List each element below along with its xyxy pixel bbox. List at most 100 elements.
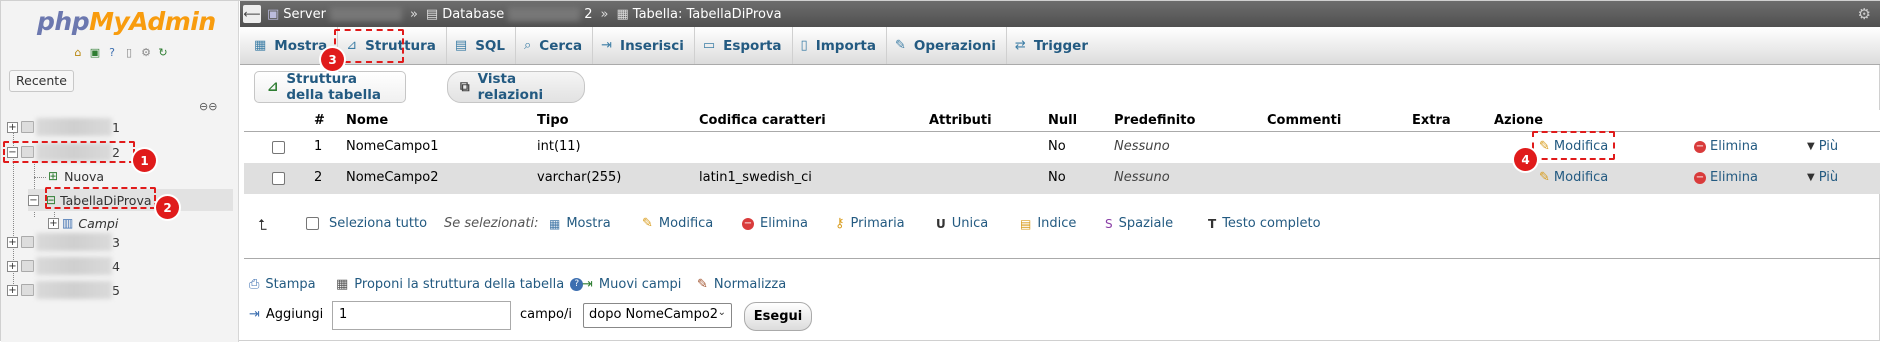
breadcrumb-separator: »	[409, 6, 418, 22]
breadcrumb-table-label: Tabella: TabellaDiProva	[632, 6, 782, 22]
settings-gear-icon[interactable]: ⚙	[1858, 5, 1871, 23]
column-header[interactable]: Commenti	[1267, 113, 1341, 128]
tree-database-1[interactable]: +1	[7, 117, 120, 137]
add-columns-count-input[interactable]: 1	[332, 301, 511, 330]
move-columns-link[interactable]: ⇥ Muovi campi	[582, 277, 681, 292]
add-columns-label: ⇥ Aggiungi	[249, 307, 323, 322]
collapse-icon[interactable]: −	[28, 194, 39, 206]
tab-operazioni[interactable]: ✎ Operazioni	[887, 27, 1007, 64]
bulk-index-button[interactable]: ▤ Indice	[1020, 216, 1076, 231]
home-icon[interactable]: ⌂	[71, 45, 85, 59]
expand-icon[interactable]: +	[48, 217, 59, 229]
drop-label: Elimina	[1710, 139, 1758, 154]
normalize-link[interactable]: ✎ Normalizza	[697, 277, 786, 292]
breadcrumb-table[interactable]: ▦ Tabella: TabellaDiProva	[616, 7, 781, 22]
bulk-unique-button[interactable]: U Unica	[936, 216, 988, 231]
bulk-fulltext-button[interactable]: T Testo completo	[1208, 216, 1321, 231]
settings-icon[interactable]: ⚙	[139, 45, 153, 59]
breadcrumb-server-label: Server	[283, 6, 326, 22]
breadcrumb-database-label: Database	[442, 6, 505, 22]
drop-link[interactable]: − Elimina	[1694, 170, 1758, 185]
select-all[interactable]: Seleziona tutto	[306, 216, 427, 231]
tab-importa[interactable]: ▯ Importa	[793, 27, 887, 64]
column-header[interactable]: Azione	[1494, 113, 1543, 128]
search-icon: ⌕	[524, 38, 532, 53]
logout-icon[interactable]: ▣	[88, 45, 102, 59]
tab-inserisci[interactable]: ⇥ Inserisci	[593, 27, 695, 64]
table-icon: ▦	[616, 6, 629, 22]
go-button[interactable]: Esegui	[744, 302, 812, 331]
column-header[interactable]: Attributi	[929, 113, 992, 128]
delete-icon: −	[1694, 140, 1706, 153]
more-dropdown[interactable]: ▼ Più	[1807, 170, 1838, 185]
row-checkbox[interactable]	[272, 141, 285, 154]
delete-icon: −	[742, 217, 754, 230]
database-icon	[21, 121, 34, 133]
bulk-label: Unica	[951, 216, 989, 231]
tab-esporta[interactable]: ▭ Esporta	[695, 27, 793, 64]
expand-icon[interactable]: +	[7, 260, 18, 272]
field-type: varchar(255)	[537, 170, 622, 185]
column-header[interactable]: #	[314, 113, 325, 128]
triangle-down-icon: ▼	[1807, 172, 1815, 183]
with-selected-text: Se selezionati:	[444, 216, 539, 231]
bulk-edit-button[interactable]: ✎ Modifica	[642, 216, 713, 231]
annotation-badge-1: 1	[133, 149, 156, 172]
edit-link[interactable]: ✎ Modifica	[1539, 170, 1608, 185]
reload-icon[interactable]: ↻	[156, 45, 170, 59]
expand-icon[interactable]: +	[7, 236, 18, 248]
bulk-label: Testo completo	[1222, 216, 1321, 231]
link-with-main-icon[interactable]: ⊖⊖	[199, 100, 217, 113]
column-header[interactable]: Predefinito	[1114, 113, 1195, 128]
column-header[interactable]: Extra	[1412, 113, 1451, 128]
tree-database-5[interactable]: +5	[7, 280, 120, 300]
docs-icon[interactable]: ▯	[122, 45, 136, 59]
bulk-drop-button[interactable]: − Elimina	[742, 216, 808, 231]
print-label: Stampa	[265, 277, 316, 292]
tab-label: Inserisci	[620, 37, 684, 54]
more-dropdown[interactable]: ▼ Più	[1807, 139, 1838, 154]
breadcrumb-database[interactable]: ▤ Database 2	[426, 7, 593, 22]
column-header[interactable]: Nome	[346, 113, 388, 128]
propose-structure-link[interactable]: ▦ Proponi la struttura della tabella?	[336, 277, 584, 292]
column-position-select[interactable]: dopo NomeCampo2 ⌄	[583, 303, 732, 328]
tree-new-table[interactable]: ⊞ Nuova	[48, 166, 104, 186]
row-checkbox[interactable]	[272, 172, 285, 185]
highlight-table	[45, 187, 156, 209]
bulk-primary-button[interactable]: ⚷ Primaria	[835, 216, 905, 231]
select-value: dopo NomeCampo2	[589, 307, 719, 322]
logo-myadmin-text: MyAdmin	[89, 7, 216, 36]
tab-sql[interactable]: ▤ SQL	[447, 27, 517, 64]
bulk-browse-button[interactable]: ▦ Mostra	[549, 216, 611, 231]
subtab-table-structure[interactable]: ⊿ Struttura della tabella	[254, 71, 406, 103]
tab-cerca[interactable]: ⌕ Cerca	[516, 27, 594, 64]
help-icon[interactable]: ?	[105, 45, 119, 59]
select-all-checkbox[interactable]	[306, 217, 319, 230]
tree-columns-label: Campi	[78, 215, 119, 231]
tab-label: Mostra	[274, 37, 328, 54]
expand-icon[interactable]: +	[7, 284, 18, 296]
bulk-spatial-button[interactable]: S Spaziale	[1105, 216, 1173, 231]
collapse-nav-icon[interactable]: ⟵	[243, 5, 261, 23]
tree-columns[interactable]: + ▥ Campi	[48, 213, 118, 233]
database-icon: ▤	[425, 6, 439, 22]
print-link[interactable]: ⎙ Stampa	[249, 277, 316, 292]
subtab-relation-view[interactable]: ⧉ Vista relazioni	[447, 71, 585, 103]
drop-link[interactable]: − Elimina	[1694, 139, 1758, 154]
tab-label: Esporta	[723, 37, 782, 54]
wrench-icon: ✎	[697, 277, 708, 292]
blurred-database-name	[508, 7, 581, 21]
annotation-badge-3: 3	[321, 48, 344, 71]
field-name: NomeCampo1	[346, 139, 439, 154]
column-header[interactable]: Tipo	[537, 113, 569, 128]
breadcrumb-server[interactable]: ▣ Server	[267, 7, 402, 22]
phpmyadmin-logo[interactable]: phpMyAdmin	[37, 7, 216, 36]
expand-icon[interactable]: +	[7, 121, 18, 133]
column-header[interactable]: Null	[1048, 113, 1077, 128]
column-header[interactable]: Codifica caratteri	[699, 113, 826, 128]
tree-database-4[interactable]: +4	[7, 256, 120, 276]
tree-database-3[interactable]: +3	[7, 232, 120, 252]
tab-trigger[interactable]: ⇄ Trigger	[1007, 27, 1098, 64]
navigation-panel: phpMyAdmin ⌂ ▣ ? ▯ ⚙ ↻ Recente ⊖⊖ +1 −2 …	[1, 1, 239, 342]
recent-button[interactable]: Recente	[9, 70, 74, 92]
